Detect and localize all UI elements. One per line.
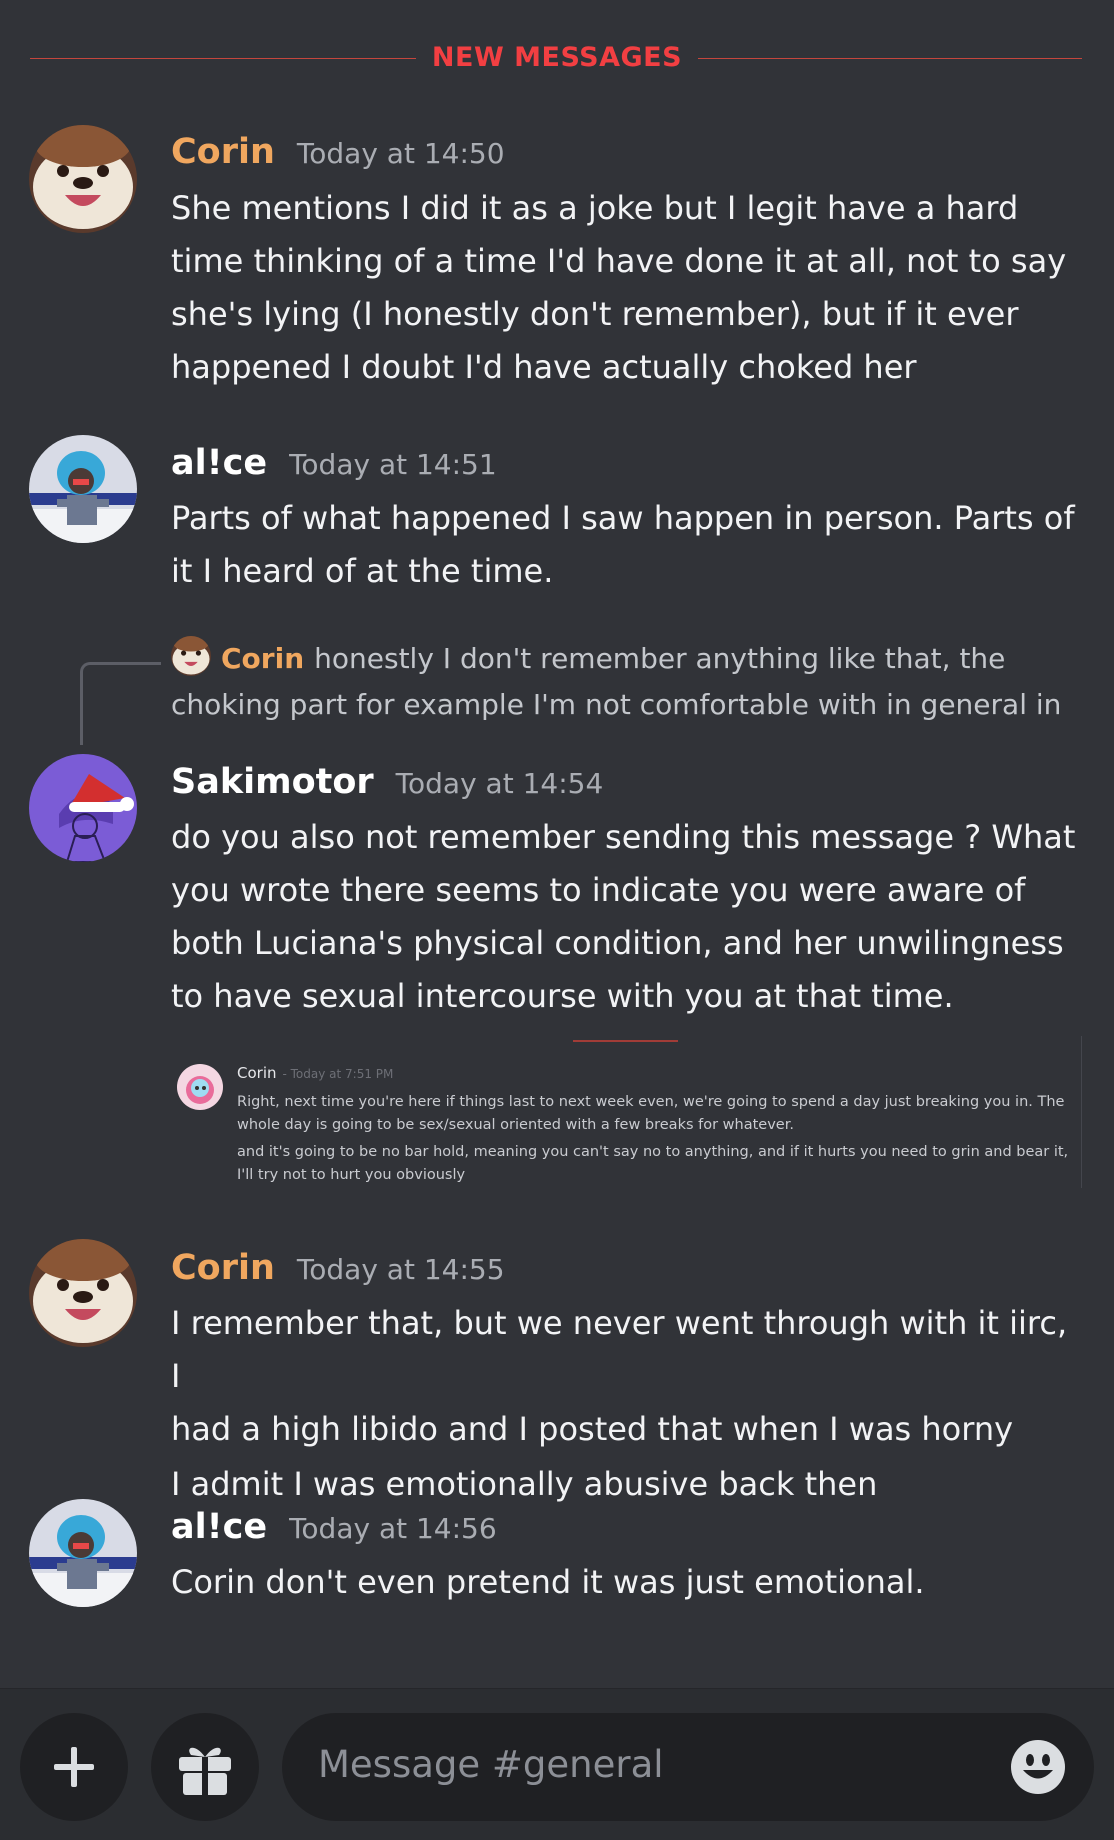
timestamp: Today at 14:50 [296,137,505,170]
anime-character-icon [29,1499,137,1607]
message-text: I remember that, but we never went throu… [171,1297,1086,1511]
message-text: She mentions I did it as a joke but I le… [171,182,1086,394]
message-header: Corin Today at 14:55 [171,1248,505,1288]
divider-line-right [698,58,1082,59]
santa-hat-character-icon [29,754,137,862]
author-name[interactable]: Corin [171,132,275,172]
new-messages-label: NEW MESSAGES [431,42,683,73]
attachment-line: Right, next time you're here if things l… [237,1094,1065,1110]
plus-icon [54,1747,94,1787]
attachment-divider-fragment [573,1040,678,1042]
attachment-header: Corin - Today at 7:51 PM [237,1064,393,1082]
reply-preview[interactable]: Corin honestly I don't remember anything … [171,636,1091,728]
timestamp: Today at 14:51 [289,448,497,481]
avatar-alice[interactable] [29,435,137,543]
message-header: al!ce Today at 14:51 [171,443,497,483]
avatar-sakimotor[interactable] [29,754,137,862]
text-line: had a high libido and I posted that when… [171,1410,1014,1448]
message-text: do you also not remember sending this me… [171,811,1086,1023]
author-name[interactable]: al!ce [171,443,267,483]
text-line: She mentions I did it as a joke but I le… [171,189,1019,227]
timestamp: Today at 14:56 [289,1512,497,1545]
text-line: it I heard of at the time. [171,552,554,590]
attachment-time: - Today at 7:51 PM [282,1067,394,1081]
avatar-corin[interactable] [29,125,137,233]
text-line: Corin don't even pretend it was just emo… [171,1563,925,1601]
text-line: to have sexual intercourse with you at t… [171,977,954,1015]
author-name[interactable]: Corin [171,1248,275,1288]
otter-icon [29,1239,137,1347]
anime-avatar-icon [177,1064,223,1110]
reply-line-2: choking part for example I'm not comfort… [171,688,1062,721]
timestamp: Today at 14:55 [296,1253,505,1286]
new-messages-divider: NEW MESSAGES [30,38,1082,82]
text-line: Parts of what happened I saw happen in p… [171,499,1075,537]
message-text: Parts of what happened I saw happen in p… [171,492,1086,598]
text-line: both Luciana's physical condition, and h… [171,924,1064,962]
text-line: you wrote there seems to indicate you we… [171,871,1026,909]
reply-line-1: Corin honestly I don't remember anything … [171,636,1091,682]
text-line: happened I doubt I'd have actually choke… [171,348,917,386]
text-line: I remember that, but we never went throu… [171,1304,1068,1395]
otter-icon [171,636,211,676]
message-input[interactable]: Message #general [282,1713,1094,1821]
text-line: time thinking of a time I'd have done it… [171,242,1067,280]
attachment-line: whole day is going to be sex/sexual orie… [237,1117,794,1133]
message-header: Sakimotor Today at 14:54 [171,762,603,802]
text-line: she's lying (I honestly don't remember),… [171,295,1019,333]
attachment-avatar [177,1064,223,1110]
attachment-author: Corin [237,1064,277,1082]
message-composer: Message #general [0,1688,1114,1840]
message-placeholder: Message #general [318,1743,664,1786]
emoji-icon[interactable] [1010,1739,1066,1795]
reply-avatar [171,636,211,676]
reply-author[interactable]: Corin [221,642,304,675]
anime-character-icon [29,435,137,543]
text-line: do you also not remember sending this me… [171,818,1076,856]
message-text: Corin don't even pretend it was just emo… [171,1556,1086,1609]
message-header: Corin Today at 14:50 [171,132,505,172]
image-attachment[interactable]: Corin - Today at 7:51 PM Right, next time… [171,1036,1082,1188]
avatar-alice[interactable] [29,1499,137,1607]
attachment-line: and it's going to be no bar hold, meanin… [237,1144,1069,1160]
message-header: al!ce Today at 14:56 [171,1507,497,1547]
reply-text: honestly I don't remember anything like … [314,642,1006,675]
add-attachment-button[interactable] [20,1713,128,1821]
otter-icon [29,125,137,233]
attachment-line: I'll try not to hurt you obviously [237,1167,466,1183]
divider-line-left [30,58,416,59]
reply-connector [80,662,161,745]
gift-icon [179,1747,231,1795]
gift-button[interactable] [151,1713,259,1821]
text-line: I admit I was emotionally abusive back t… [171,1465,878,1503]
author-name[interactable]: Sakimotor [171,762,374,802]
timestamp: Today at 14:54 [395,767,604,800]
author-name[interactable]: al!ce [171,1507,267,1547]
avatar-corin[interactable] [29,1239,137,1347]
